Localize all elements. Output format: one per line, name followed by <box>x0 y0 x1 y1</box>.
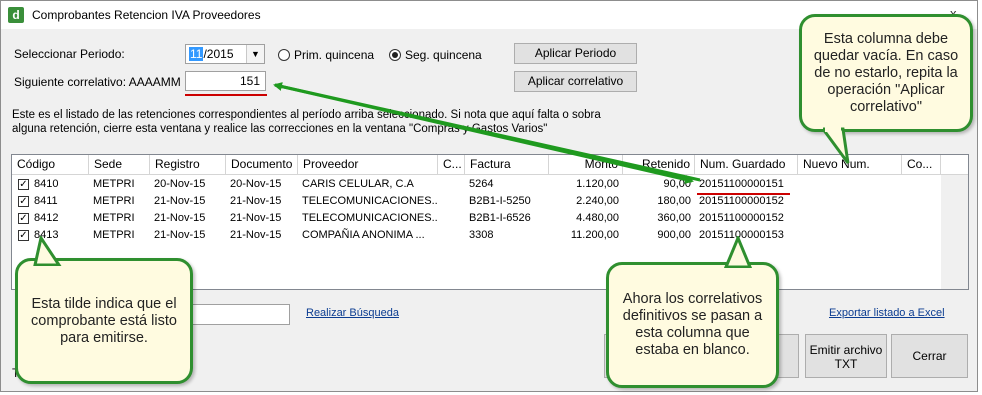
callout-bottom-mid-tail <box>723 236 753 268</box>
callout-bottom-mid-text: Ahora los correlativos definitivos se pa… <box>606 262 779 388</box>
callout-bottom-mid: Ahora los correlativos definitivos se pa… <box>606 236 779 390</box>
callout-bottom-left-text: Esta tilde indica que el comprobante est… <box>15 258 193 384</box>
callout-bottom-left: Esta tilde indica que el comprobante est… <box>15 236 193 388</box>
callout-bottom-left-tail <box>33 236 62 266</box>
callout-top-right-tail <box>823 127 850 164</box>
arrow-to-num-guardado <box>274 83 694 184</box>
callout-top-right-text: Esta columna debe quedar vacía. En caso … <box>799 14 973 132</box>
callout-top-right: Esta columna debe quedar vacía. En caso … <box>799 14 973 164</box>
